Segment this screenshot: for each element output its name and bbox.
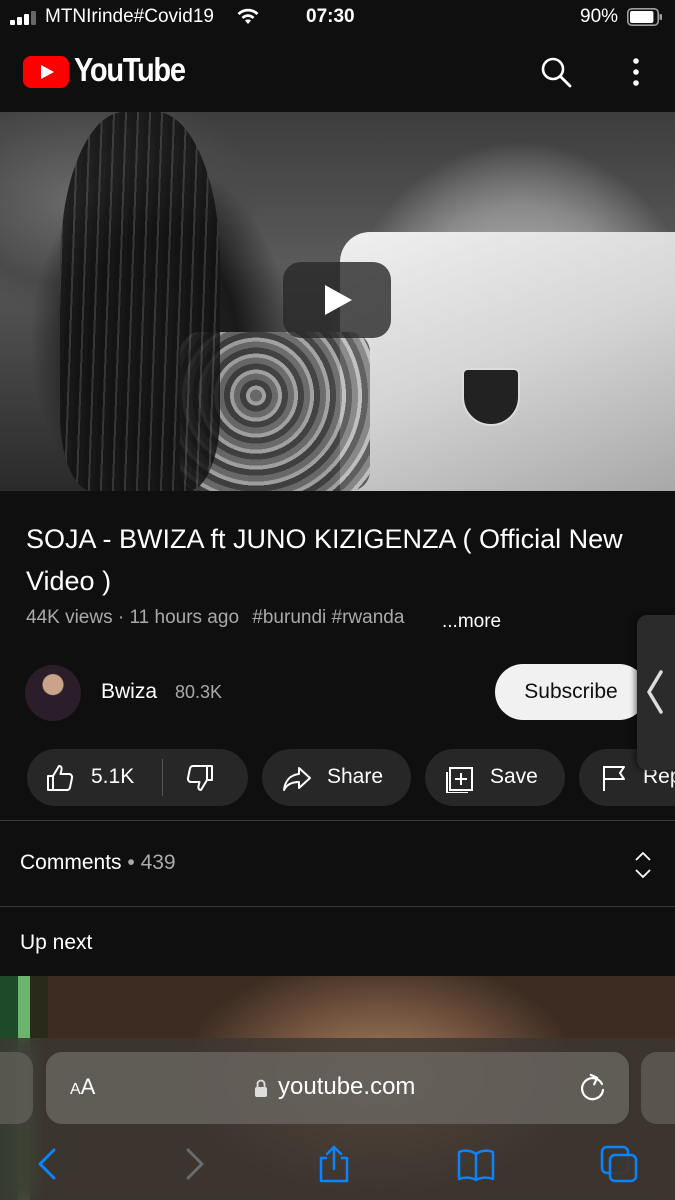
like-count[interactable]: 5.1K: [91, 765, 134, 789]
video-thumbnail-figure: [340, 232, 675, 491]
status-bar: MTNIrinde#Covid19 07:30 90%: [0, 0, 675, 34]
comments-label: Comments: [20, 851, 122, 874]
flag-icon: [603, 766, 625, 791]
upload-age: 11 hours ago: [129, 607, 240, 628]
next-tab-pill[interactable]: [641, 1052, 675, 1124]
carrier-name: MTNIrinde#Covid19: [45, 6, 214, 27]
save-label: Save: [490, 765, 538, 788]
url-text[interactable]: youtube.com: [278, 1073, 415, 1101]
aa-large: A: [80, 1074, 96, 1099]
video-meta: 44K views · 11 hours ago #burundi #rwand…: [26, 607, 404, 629]
youtube-logo-icon[interactable]: [23, 56, 69, 88]
battery-percent: 90%: [580, 6, 619, 27]
address-bar[interactable]: AA youtube.com: [46, 1052, 629, 1124]
back-icon[interactable]: [28, 1145, 68, 1183]
share-label: Share: [327, 765, 384, 788]
comments-header[interactable]: Comments • 439: [20, 851, 176, 875]
chip-divider: [162, 759, 163, 796]
wifi-icon: [237, 8, 259, 24]
search-icon[interactable]: [538, 54, 574, 90]
comments-count: 439: [140, 851, 176, 874]
subscribe-button[interactable]: Subscribe: [495, 664, 647, 720]
channel-avatar[interactable]: [25, 665, 81, 721]
share-arrow-icon: [283, 767, 311, 791]
section-divider: [0, 820, 675, 821]
signal-icon: [10, 11, 36, 25]
bookmarks-icon[interactable]: [456, 1145, 496, 1183]
save-button[interactable]: Save: [425, 749, 565, 806]
video-thumbnail-figure: [60, 112, 220, 491]
clock: 07:30: [306, 6, 355, 27]
battery-icon: [627, 8, 662, 26]
unfold-icon[interactable]: [630, 850, 656, 880]
subscriber-count: 80.3K: [175, 682, 223, 702]
share-icon[interactable]: [314, 1145, 354, 1183]
view-count: 44K views: [26, 607, 113, 628]
video-player[interactable]: [0, 112, 675, 491]
channel-name[interactable]: Bwiza: [101, 680, 157, 704]
save-playlist-icon: [446, 767, 473, 793]
meta-separator: ·: [117, 607, 125, 628]
up-next-label: Up next: [20, 931, 93, 954]
reader-options-button[interactable]: AA: [70, 1074, 95, 1100]
hashtag-link[interactable]: #burundi: [252, 607, 326, 628]
safari-toolbar: AA youtube.com: [0, 1038, 675, 1200]
more-vert-icon[interactable]: [622, 54, 650, 90]
video-title[interactable]: SOJA - BWIZA ft JUNO KIZIGENZA ( Officia…: [26, 518, 626, 602]
description-more-link[interactable]: ...more: [442, 611, 501, 633]
chevron-left-icon: [647, 670, 663, 714]
lock-icon: [255, 1079, 267, 1097]
thumbs-down-icon[interactable]: [185, 763, 215, 793]
thumbs-up-icon[interactable]: [45, 763, 75, 793]
like-dislike-chip: 5.1K: [27, 749, 248, 806]
forward-icon[interactable]: [174, 1145, 214, 1183]
hashtag-link[interactable]: #rwanda: [332, 607, 405, 628]
previous-tab-pill[interactable]: [0, 1052, 33, 1124]
youtube-header: YouTube: [0, 34, 675, 112]
reload-icon[interactable]: [578, 1072, 608, 1104]
section-divider: [0, 906, 675, 907]
shirt-emblem: [462, 368, 520, 426]
comments-dot: •: [127, 851, 135, 874]
side-panel-tab[interactable]: [637, 615, 675, 770]
aa-small: A: [70, 1081, 81, 1098]
play-icon: [325, 285, 352, 315]
play-button[interactable]: [283, 262, 391, 338]
youtube-wordmark[interactable]: YouTube: [74, 51, 186, 89]
tabs-icon[interactable]: [600, 1145, 640, 1183]
share-button[interactable]: Share: [262, 749, 411, 806]
